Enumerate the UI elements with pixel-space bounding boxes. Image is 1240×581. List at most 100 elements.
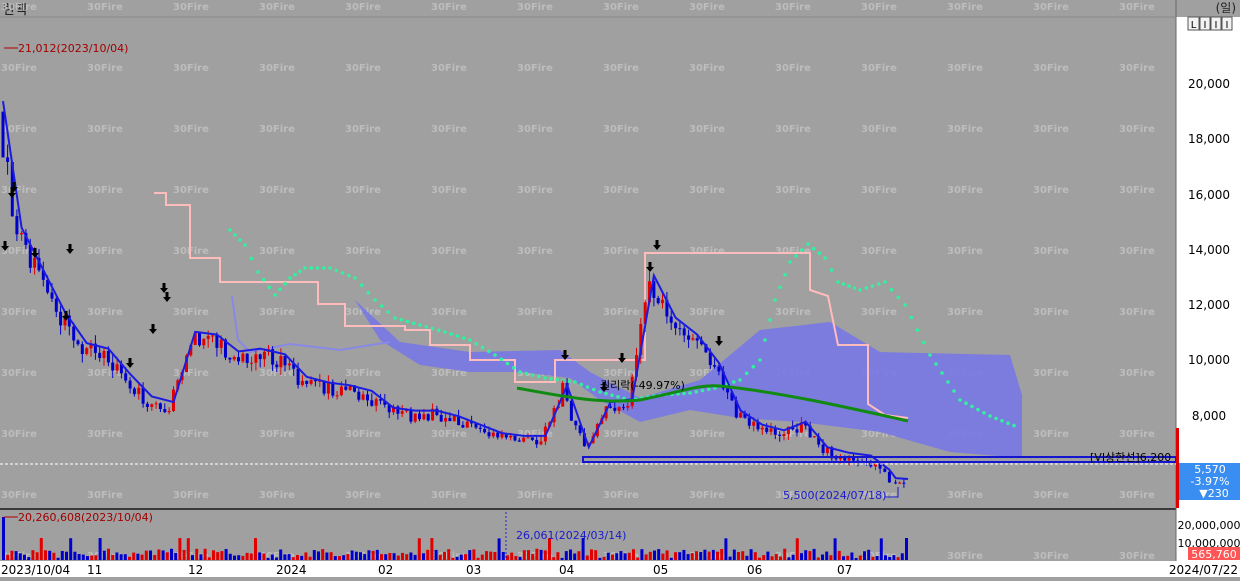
candle-body: [241, 353, 245, 362]
sar-dot: [243, 243, 247, 247]
sar-dot: [261, 277, 266, 282]
volume-bar: [119, 554, 123, 560]
volume-bar: [552, 557, 556, 560]
candle-body: [613, 407, 617, 411]
volume-bar: [380, 554, 383, 560]
volume-bar: [417, 538, 421, 560]
volume-bar: [333, 556, 337, 560]
sar-dot: [386, 310, 391, 314]
candle-body: [656, 298, 660, 304]
candle-body: [713, 365, 717, 367]
volume-bar: [392, 553, 396, 560]
sar-dot: [530, 373, 535, 377]
watermark-text: 30Fire: [775, 246, 811, 257]
candle-body: [262, 351, 266, 360]
watermark-text: 30Fire: [1119, 63, 1155, 74]
candle-body: [483, 428, 487, 433]
volume-bar: [892, 555, 896, 560]
date-label: 12: [188, 563, 203, 577]
current-volume-box: 565,760: [1188, 547, 1240, 561]
candle-body: [574, 420, 578, 426]
candle-body: [674, 322, 678, 329]
watermark-text: 30Fire: [173, 307, 209, 318]
sar-dot: [592, 387, 596, 392]
volume-bar: [518, 556, 522, 560]
volume-bar: [128, 556, 131, 560]
sar-dot: [579, 382, 584, 387]
sar-dot: [499, 357, 504, 362]
sar-dot: [334, 268, 339, 273]
watermark-text: 30Fire: [431, 124, 467, 135]
watermark-text: 30Fire: [603, 307, 639, 318]
volume-bar: [711, 549, 715, 560]
volume-bar: [464, 554, 467, 560]
watermark-text: 30Fire: [947, 551, 983, 562]
price-tick: 20,000: [1188, 77, 1230, 91]
volume-bar: [149, 550, 152, 560]
sar-dot: [732, 380, 736, 384]
sar-dot: [1000, 419, 1004, 423]
watermark-text: 30Fire: [689, 63, 725, 74]
max-volume-label: 20,260,608(2023/10/04): [18, 511, 153, 524]
sar-dot: [794, 254, 798, 258]
candle-body: [237, 357, 240, 362]
candle-body: [128, 380, 132, 389]
watermark-text: 30Fire: [861, 246, 897, 257]
volume-bar: [791, 554, 795, 560]
volume-bar: [896, 557, 900, 560]
volume-bar: [254, 538, 257, 560]
watermark-text: 30Fire: [345, 185, 381, 196]
candle-body: [418, 413, 421, 420]
watermark-text: 30Fire: [259, 124, 295, 135]
volume-bar: [39, 538, 43, 560]
volume-bar: [422, 553, 425, 560]
watermark-text: 30Fire: [603, 246, 639, 257]
volume-bar: [682, 549, 686, 560]
sar-dot: [322, 266, 326, 270]
candle-body: [569, 400, 573, 421]
watermark-text: 30Fire: [689, 490, 725, 501]
sar-dot: [958, 398, 962, 402]
watermark-text: 30Fire: [1119, 368, 1155, 379]
sar-dot: [359, 283, 364, 288]
sar-dot: [278, 287, 282, 292]
candle-body: [305, 380, 309, 384]
watermark-text: 30Fire: [861, 63, 897, 74]
volume-bar: [451, 557, 455, 560]
watermark-text: 30Fire: [517, 124, 553, 135]
volume-bar: [543, 550, 547, 560]
candle-body: [254, 354, 258, 363]
sar-dot: [249, 256, 254, 261]
watermark-text: 30Fire: [259, 185, 295, 196]
candle-body: [154, 403, 158, 405]
volume-bar: [102, 550, 106, 560]
candle-body: [211, 335, 214, 337]
period-button-label-3: I: [1215, 20, 1218, 31]
volume-bar: [640, 549, 644, 560]
volume-bar: [854, 558, 858, 560]
sar-dot: [700, 388, 705, 393]
volume-bar: [741, 551, 745, 560]
sar-dot: [238, 238, 242, 242]
volume-bar: [703, 549, 707, 560]
volume-bar: [611, 554, 614, 560]
watermark-text: 30Fire: [603, 185, 639, 196]
date-label: 2024/07/22: [1169, 563, 1238, 577]
volume-bar: [228, 553, 232, 560]
watermark-text: 30Fire: [689, 429, 725, 440]
volume-bar: [678, 552, 682, 560]
watermark-text: 30Fire: [259, 307, 295, 318]
sar-dot: [430, 326, 435, 331]
candle-body: [517, 440, 521, 442]
volume-bar: [476, 557, 480, 560]
sar-dot: [353, 276, 357, 280]
candle-body: [834, 458, 838, 460]
volume-bar: [354, 551, 358, 560]
watermark-text: 30Fire: [947, 185, 983, 196]
current-bar-indicator: [1176, 428, 1179, 508]
sar-dot: [256, 270, 260, 274]
volume-tick: 20,000,000: [1178, 519, 1240, 532]
volume-bar: [48, 550, 52, 560]
current-volume: 565,760: [1191, 548, 1237, 561]
volume-bar: [136, 553, 140, 560]
